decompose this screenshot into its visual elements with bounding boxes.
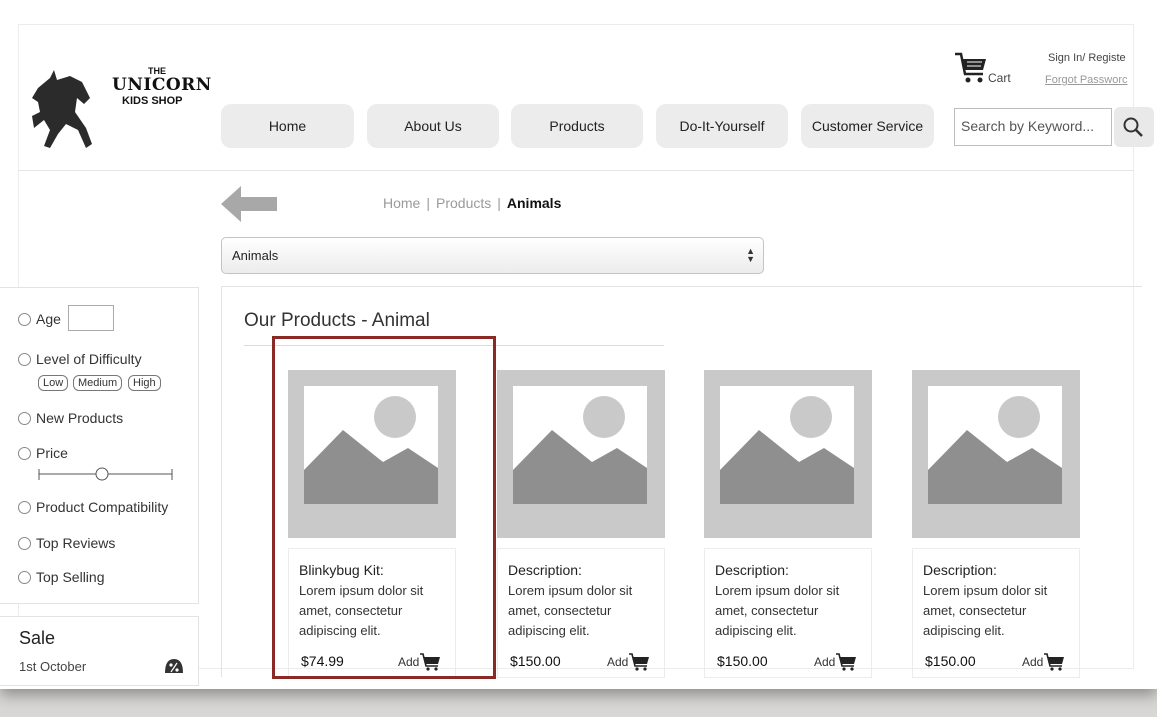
add-to-cart-button[interactable]: Add <box>1022 652 1065 672</box>
add-label: Add <box>814 655 836 669</box>
nav-customer-service[interactable]: Customer Service <box>801 104 934 148</box>
product-description: Lorem ipsum dolor sit amet, consectetur … <box>923 583 1048 638</box>
logo-subtitle: KIDS SHOP <box>122 95 183 107</box>
cart-button[interactable] <box>953 50 989 91</box>
breadcrumb-home[interactable]: Home <box>383 195 420 211</box>
radio-icon[interactable] <box>18 352 31 366</box>
radio-icon[interactable] <box>18 411 31 425</box>
product-price: $150.00 <box>717 653 768 669</box>
selected-product-highlight <box>272 336 496 679</box>
page: THE UNICORN KIDS SHOP Home About Us Prod… <box>0 0 1157 689</box>
filter-price[interactable]: Price <box>18 445 68 461</box>
filter-top-selling[interactable]: Top Selling <box>18 569 105 585</box>
shop-logo[interactable]: THE UNICORN KIDS SHOP <box>30 62 211 152</box>
category-select[interactable]: Animals ▲ ▼ <box>221 237 764 274</box>
back-arrow-icon[interactable] <box>221 186 279 222</box>
nav-products[interactable]: Products <box>511 104 643 148</box>
nav-about-us[interactable]: About Us <box>367 104 499 148</box>
add-label: Add <box>1022 655 1044 669</box>
product-description: Lorem ipsum dolor sit amet, consectetur … <box>508 583 633 638</box>
cart-icon <box>629 653 650 671</box>
select-arrows-icon: ▲ ▼ <box>746 246 755 264</box>
cart-icon <box>836 653 857 671</box>
image-placeholder-icon <box>928 386 1062 504</box>
product-image-placeholder[interactable] <box>497 370 665 538</box>
radio-icon[interactable] <box>18 500 31 514</box>
sale-date: 1st October <box>19 659 87 674</box>
filter-compatibility-label: Product Compatibility <box>36 499 169 515</box>
filter-new-products[interactable]: New Products <box>18 410 123 426</box>
filter-new-products-label: New Products <box>36 410 124 426</box>
add-label: Add <box>607 655 629 669</box>
percent-badge-icon <box>165 659 183 673</box>
difficulty-high[interactable]: High <box>128 375 161 391</box>
sale-title: Sale <box>19 628 56 648</box>
product-price: $150.00 <box>925 653 976 669</box>
add-to-cart-button[interactable]: Add <box>814 652 857 672</box>
breadcrumb: Home | Products | Animals <box>383 195 561 211</box>
difficulty-medium[interactable]: Medium <box>73 375 123 391</box>
cart-icon <box>1044 653 1065 671</box>
product-image-placeholder[interactable] <box>704 370 872 538</box>
radio-icon[interactable] <box>18 536 31 550</box>
product-description: Lorem ipsum dolor sit amet, consectetur … <box>715 583 840 638</box>
breadcrumb-separator: | <box>497 195 501 211</box>
header-divider <box>18 170 1134 171</box>
nav-home[interactable]: Home <box>221 104 354 148</box>
category-select-value: Animals <box>232 248 279 263</box>
filter-compatibility[interactable]: Product Compatibility <box>18 499 168 515</box>
price-slider[interactable] <box>38 467 173 481</box>
product-price: $150.00 <box>510 653 561 669</box>
forgot-password-link[interactable]: Forgot Passworc <box>1045 74 1128 86</box>
difficulty-low[interactable]: Low <box>38 375 69 391</box>
logo-name: UNICORN <box>112 75 212 95</box>
cart-label[interactable]: Cart <box>988 71 1011 85</box>
radio-icon[interactable] <box>18 570 31 584</box>
nav-do-it-yourself[interactable]: Do-It-Yourself <box>656 104 788 148</box>
product-image-placeholder[interactable] <box>912 370 1080 538</box>
filter-top-reviews-label: Top Reviews <box>36 535 116 551</box>
breadcrumb-current: Animals <box>506 195 562 211</box>
add-to-cart-button[interactable]: Add <box>607 652 650 672</box>
filter-difficulty-label: Level of Difficulty <box>36 351 142 367</box>
sign-in-link[interactable]: Sign In/ Registe <box>1048 52 1126 64</box>
image-placeholder-icon <box>720 386 854 504</box>
unicorn-logo-icon <box>32 70 92 148</box>
sale-panel <box>0 616 199 686</box>
filter-price-label: Price <box>36 445 68 461</box>
search-button[interactable] <box>1114 107 1154 147</box>
cart-icon <box>955 52 986 83</box>
filter-age-label: Age <box>36 311 61 327</box>
product-title: Description: <box>508 562 582 578</box>
filter-top-selling-label: Top Selling <box>36 569 105 585</box>
filter-age[interactable]: Age <box>18 311 61 327</box>
product-title: Description: <box>923 562 997 578</box>
product-title: Description: <box>715 562 789 578</box>
age-input[interactable] <box>68 305 114 331</box>
search-input[interactable]: Search by Keyword... <box>954 108 1112 146</box>
radio-icon[interactable] <box>18 312 31 326</box>
products-title: Our Products - Animal <box>244 310 430 331</box>
radio-icon[interactable] <box>18 446 31 460</box>
filter-difficulty[interactable]: Level of Difficulty <box>18 351 142 367</box>
breadcrumb-separator: | <box>426 195 430 211</box>
breadcrumb-products[interactable]: Products <box>436 195 491 211</box>
filter-top-reviews[interactable]: Top Reviews <box>18 535 115 551</box>
image-placeholder-icon <box>513 386 647 504</box>
search-icon <box>1123 117 1143 137</box>
